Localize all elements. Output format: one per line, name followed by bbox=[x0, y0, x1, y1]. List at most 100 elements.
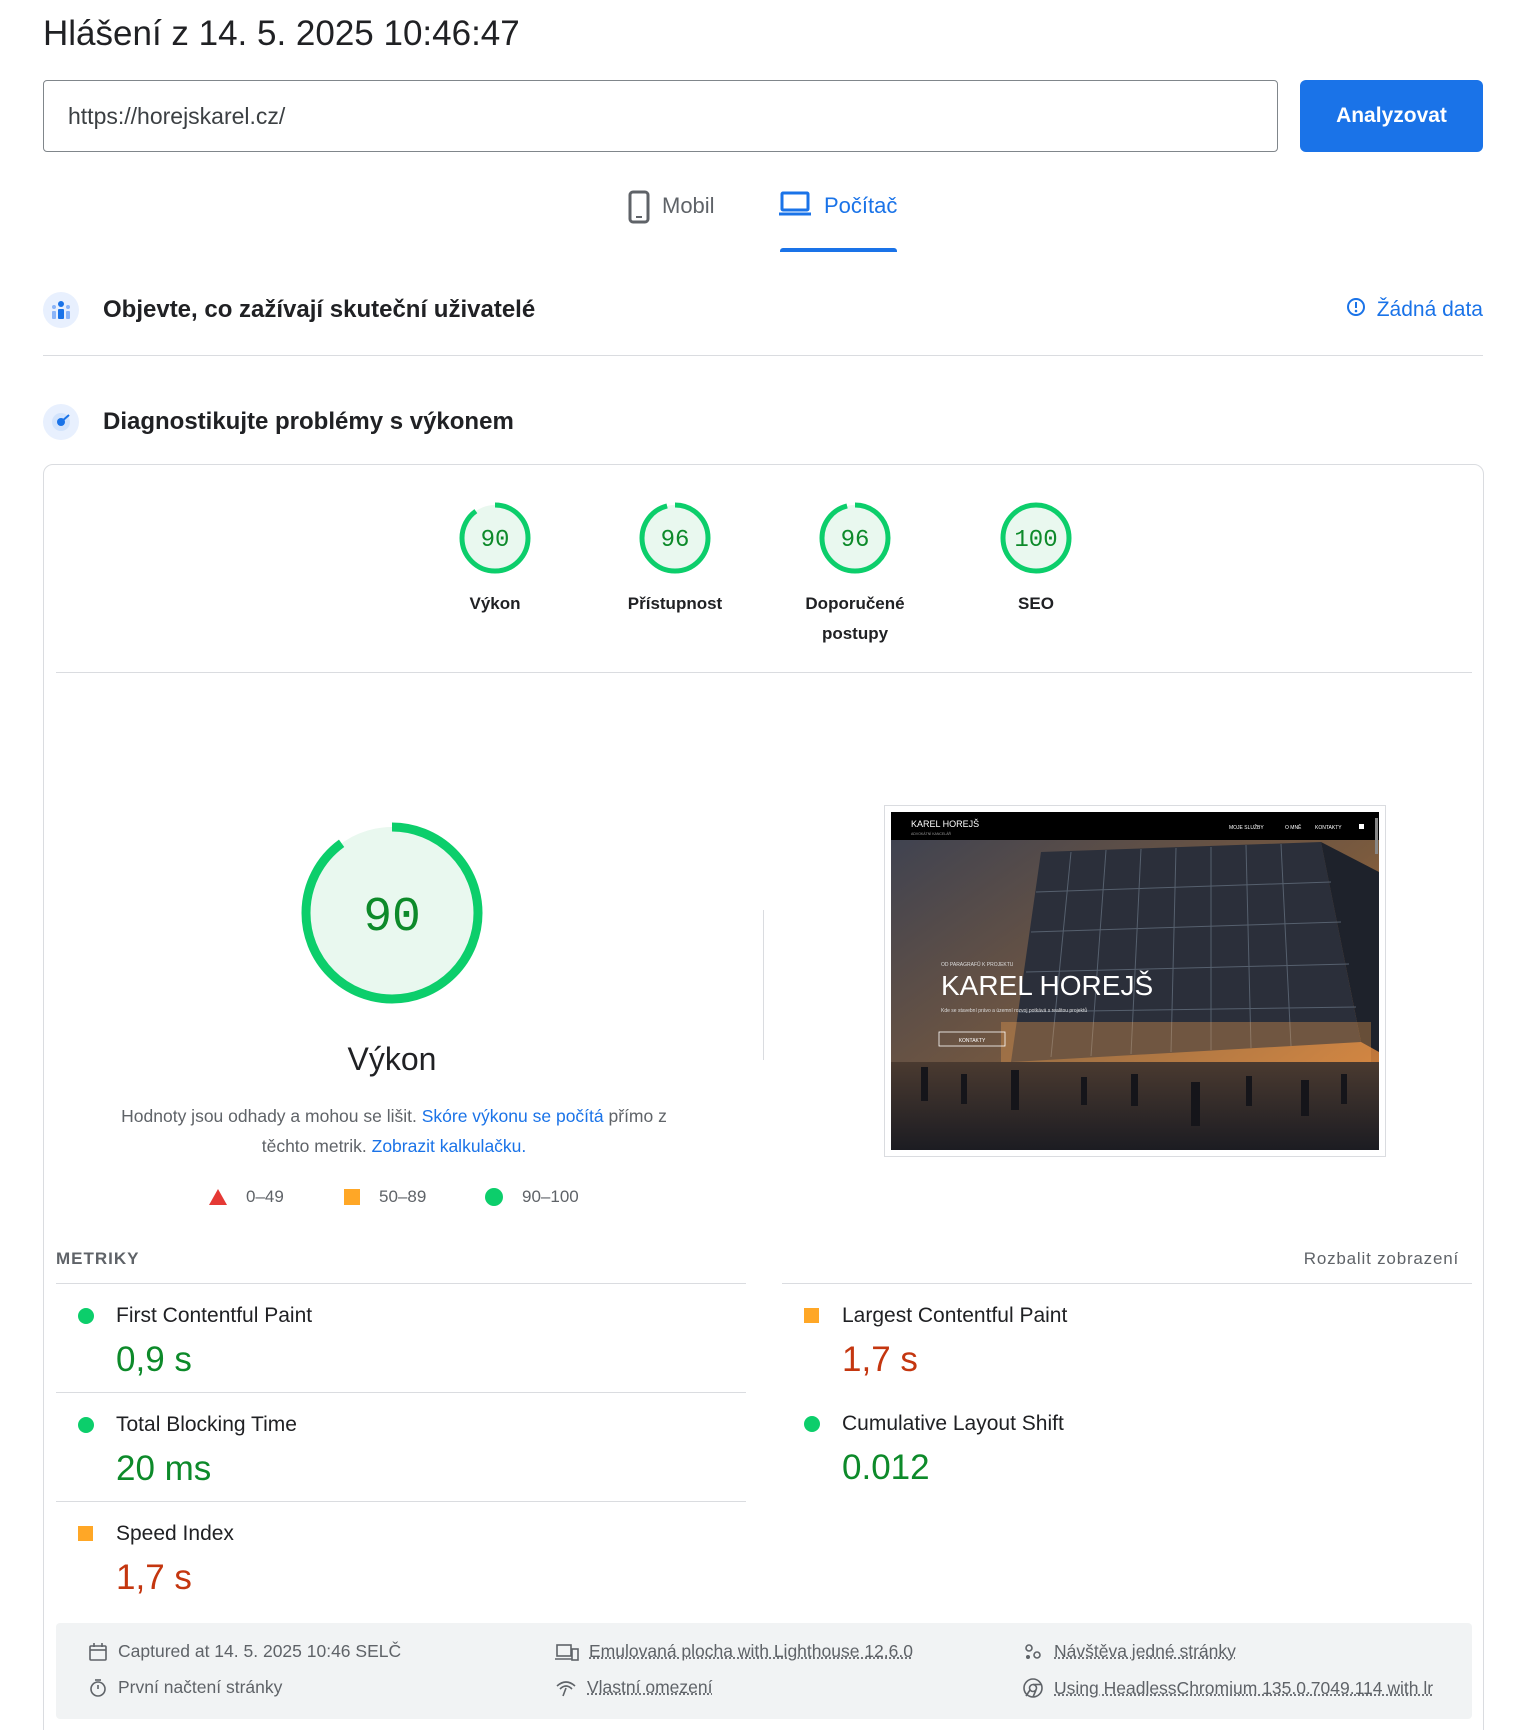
phone-icon bbox=[628, 190, 650, 230]
first-load: První načtení stránky bbox=[88, 1677, 282, 1698]
hero-title: KAREL HOREJŠ bbox=[941, 970, 1153, 1001]
legend-poor: 0–49 bbox=[208, 1187, 284, 1207]
captured-text: Captured at 14. 5. 2025 10:46 SELČ bbox=[118, 1641, 402, 1661]
devices-icon bbox=[555, 1643, 579, 1661]
diagnostics-icon bbox=[43, 404, 79, 440]
tab-mobile[interactable]: Mobil bbox=[628, 190, 715, 250]
captured-at: Captured at 14. 5. 2025 10:46 SELČ bbox=[88, 1641, 401, 1662]
url-input[interactable] bbox=[43, 80, 1278, 152]
throttling[interactable]: Vlastní omezení bbox=[555, 1677, 712, 1698]
metric-name: Largest Contentful Paint bbox=[842, 1304, 1068, 1327]
tab-desktop[interactable]: Počítač bbox=[778, 190, 897, 250]
throttling-text: Vlastní omezení bbox=[587, 1677, 713, 1697]
tab-desktop-label: Počítač bbox=[824, 193, 898, 218]
square-icon bbox=[344, 1189, 360, 1205]
category-score: 96 bbox=[841, 527, 870, 554]
performance-gauge: 90 bbox=[299, 820, 485, 1011]
metrics-title: METRIKY bbox=[56, 1249, 140, 1268]
active-tab-indicator bbox=[780, 248, 897, 252]
category-label: Doporučené postupy bbox=[805, 594, 905, 643]
desc-text: Hodnoty jsou odhady a mohou se lišit. bbox=[121, 1106, 422, 1126]
metric-fcp: First Contentful Paint 0,9 s bbox=[56, 1283, 746, 1392]
diagnostics-heading: Diagnostikujte problémy s výkonem bbox=[103, 408, 514, 435]
performance-score: 90 bbox=[363, 891, 421, 945]
site-nav-item: O MNĚ bbox=[1285, 823, 1302, 831]
category-label: Výkon bbox=[469, 594, 521, 613]
page-screenshot: KAREL HOREJŠ ADVOKÁTNÍ KANCELÁŘ MOJE SLU… bbox=[884, 805, 1386, 1157]
average-square-icon bbox=[78, 1526, 93, 1541]
stopwatch-icon bbox=[90, 1678, 106, 1697]
performance-description: Hodnoty jsou odhady a mohou se lišit. Sk… bbox=[114, 1101, 674, 1161]
metric-name: First Contentful Paint bbox=[116, 1304, 313, 1327]
scrollbar-thumb bbox=[1375, 818, 1378, 854]
category-score: 96 bbox=[661, 527, 690, 554]
no-data-label: Žádná data bbox=[1376, 298, 1483, 321]
tab-mobile-label: Mobil bbox=[662, 193, 715, 218]
single-visit[interactable]: Návštěva jedné stránky bbox=[1022, 1641, 1236, 1662]
runtime-settings: Captured at 14. 5. 2025 10:46 SELČ První… bbox=[56, 1623, 1472, 1719]
category-gauge-seo[interactable]: 100 SEO bbox=[941, 501, 1131, 619]
no-data-link[interactable]: Žádná data bbox=[1345, 296, 1483, 324]
average-square-icon bbox=[804, 1308, 819, 1323]
site-menu-icon bbox=[1359, 824, 1364, 829]
site-logo: KAREL HOREJŠ bbox=[911, 819, 979, 829]
calculator-link[interactable]: Zobrazit kalkulačku. bbox=[372, 1136, 527, 1156]
metric-cls: Cumulative Layout Shift 0.012 bbox=[782, 1392, 1472, 1501]
browser-info[interactable]: Using HeadlessChromium 135.0.7049.114 wi… bbox=[1022, 1677, 1433, 1699]
laptop-icon bbox=[778, 190, 812, 224]
performance-label: Výkon bbox=[347, 1041, 437, 1077]
triangle-icon bbox=[209, 1189, 227, 1205]
first-load-text: První načtení stránky bbox=[118, 1677, 283, 1697]
report-title: Hlášení z 14. 5. 2025 10:46:47 bbox=[43, 14, 520, 53]
legend-range: 90–100 bbox=[522, 1187, 579, 1206]
divider bbox=[56, 672, 1472, 673]
category-label: Přístupnost bbox=[627, 594, 723, 613]
metric-value: 0,9 s bbox=[116, 1340, 192, 1379]
signal-icon bbox=[556, 1680, 576, 1696]
legend-range: 0–49 bbox=[246, 1187, 284, 1206]
calendar-icon bbox=[89, 1642, 107, 1661]
field-data-heading: Objevte, co zažívají skuteční uživatelé bbox=[103, 296, 536, 323]
category-gauge-performance[interactable]: 90 Výkon bbox=[400, 501, 590, 619]
site-logo-sub: ADVOKÁTNÍ KANCELÁŘ bbox=[911, 831, 952, 836]
hero-kicker: OD PARAGRAFŮ K PROJEKTU bbox=[941, 961, 1014, 968]
category-gauge-accessibility[interactable]: 96 Přístupnost bbox=[580, 501, 770, 619]
legend-range: 50–89 bbox=[379, 1187, 427, 1206]
metric-name: Cumulative Layout Shift bbox=[842, 1412, 1064, 1435]
score-calc-link[interactable]: Skóre výkonu se počítá bbox=[422, 1106, 604, 1126]
category-score: 90 bbox=[481, 527, 510, 554]
metric-lcp: Largest Contentful Paint 1,7 s bbox=[782, 1283, 1472, 1392]
single-visit-text: Návštěva jedné stránky bbox=[1054, 1641, 1236, 1661]
lighthouse-report: 90 Výkon 96 Přístupnost 96 Doporučené po… bbox=[43, 464, 1484, 1730]
browser-text: Using HeadlessChromium 135.0.7049.114 wi… bbox=[1054, 1677, 1434, 1698]
category-gauge-best-practices[interactable]: 96 Doporučené postupy bbox=[760, 501, 950, 649]
site-nav-item: KONTAKTY bbox=[1315, 825, 1342, 831]
metric-name: Total Blocking Time bbox=[116, 1413, 297, 1436]
category-label: SEO bbox=[1018, 594, 1054, 613]
circle-icon bbox=[485, 1188, 503, 1206]
expand-view-toggle[interactable]: Rozbalit zobrazení bbox=[1304, 1249, 1459, 1269]
people-icon bbox=[1025, 1643, 1041, 1659]
metric-speed-index: Speed Index 1,7 s bbox=[56, 1501, 746, 1610]
metric-value: 0.012 bbox=[842, 1448, 930, 1487]
hero-button-label: KONTAKTY bbox=[959, 1038, 986, 1044]
category-score: 100 bbox=[1014, 527, 1057, 554]
divider bbox=[43, 355, 1483, 356]
metric-name: Speed Index bbox=[116, 1522, 234, 1545]
site-nav-item: MOJE SLUŽBY bbox=[1229, 823, 1264, 831]
analyze-button[interactable]: Analyzovat bbox=[1300, 80, 1483, 152]
emulated-device[interactable]: Emulovaná plocha with Lighthouse 12.6.0 bbox=[555, 1641, 913, 1662]
metric-tbt: Total Blocking Time 20 ms bbox=[56, 1392, 746, 1501]
chrome-icon bbox=[1023, 1678, 1043, 1698]
metric-value: 1,7 s bbox=[116, 1558, 192, 1597]
metric-value: 1,7 s bbox=[842, 1340, 918, 1379]
diagnostics-section: Diagnostikujte problémy s výkonem bbox=[43, 404, 1483, 440]
divider bbox=[763, 910, 764, 1060]
metric-value: 20 ms bbox=[116, 1449, 212, 1488]
good-circle-icon bbox=[78, 1308, 94, 1324]
legend-good: 90–100 bbox=[484, 1187, 579, 1207]
emulated-text: Emulovaná plocha with Lighthouse 12.6.0 bbox=[589, 1641, 913, 1661]
field-data-section: Objevte, co zažívají skuteční uživatelé … bbox=[43, 292, 1483, 328]
info-icon bbox=[1345, 296, 1367, 324]
legend-average: 50–89 bbox=[343, 1187, 426, 1207]
